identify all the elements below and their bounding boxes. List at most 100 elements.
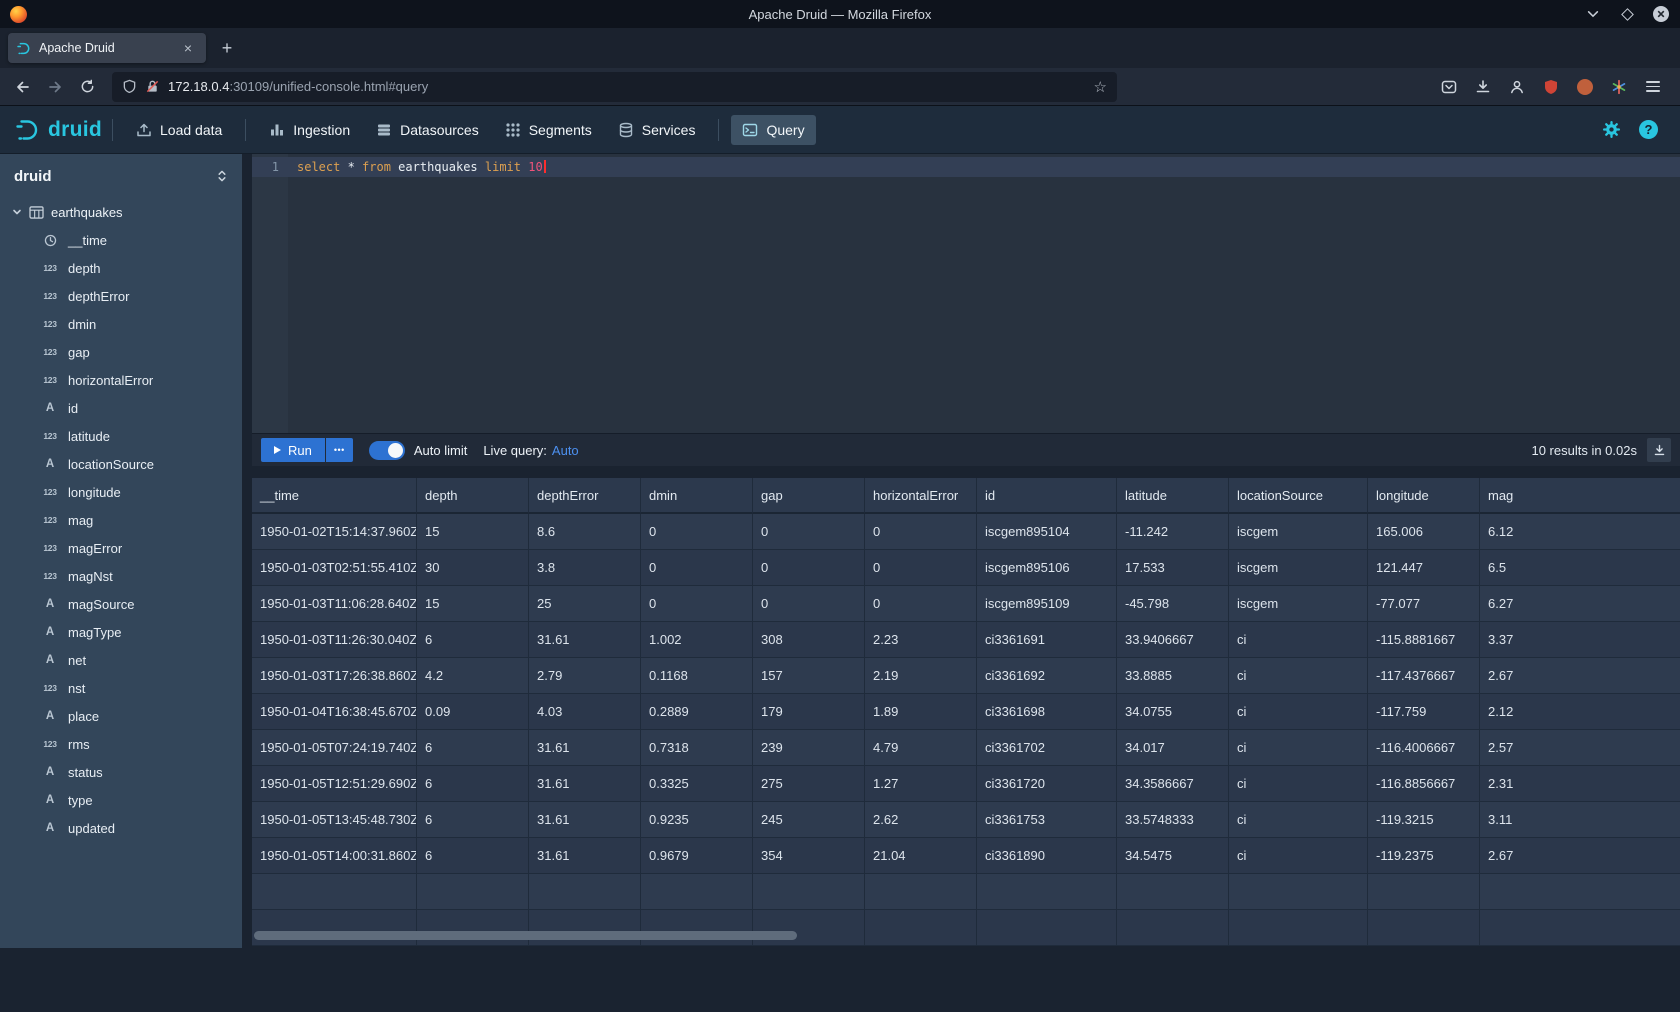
sidebar-column-latitude[interactable]: 123latitude [0,422,242,450]
cell-depthError[interactable]: 31.61 [529,838,641,874]
cell-id[interactable]: ci3361691 [977,622,1117,658]
downloads-icon[interactable] [1468,72,1498,102]
column-header-gap[interactable]: gap [753,478,865,514]
cell-locationSource[interactable]: ci [1229,694,1368,730]
cell-depthError[interactable]: 31.61 [529,802,641,838]
download-results-button[interactable] [1647,438,1671,462]
cell-id[interactable]: ci3361698 [977,694,1117,730]
cell-horizontalError[interactable] [865,874,977,910]
column-header-latitude[interactable]: latitude [1117,478,1229,514]
sidebar-column-rms[interactable]: 123rms [0,730,242,758]
sidebar-column-id[interactable]: Aid [0,394,242,422]
cell-latitude[interactable]: 34.0755 [1117,694,1229,730]
cell-dmin[interactable]: 0.9235 [641,802,753,838]
cell-gap[interactable]: 245 [753,802,865,838]
bookmark-star-icon[interactable]: ☆ [1094,78,1107,96]
cell-locationSource[interactable]: ci [1229,658,1368,694]
cell-depthError[interactable]: 8.6 [529,514,641,550]
cell-depth[interactable]: 6 [417,802,529,838]
ublock-extension-icon[interactable] [1536,72,1566,102]
cell-longitude[interactable]: -116.4006667 [1368,730,1480,766]
nav-item-query[interactable]: Query [731,115,815,145]
cell-locationSource[interactable]: ci [1229,802,1368,838]
cell-__time[interactable] [252,874,417,910]
cell-mag[interactable]: 2.67 [1480,838,1680,874]
cell-__time[interactable]: 1950-01-02T15:14:37.960Z [252,514,417,550]
pocket-icon[interactable] [1434,72,1464,102]
cell-gap[interactable]: 157 [753,658,865,694]
cell-depth[interactable]: 6 [417,622,529,658]
window-close-button[interactable] [1652,5,1670,23]
cell-mag[interactable]: 6.27 [1480,586,1680,622]
cell-__time[interactable]: 1950-01-04T16:38:45.670Z [252,694,417,730]
cell-locationSource[interactable] [1229,874,1368,910]
editor-code[interactable]: select * from earthquakes limit 10 [288,154,1680,433]
cell-mag[interactable]: 2.67 [1480,658,1680,694]
cell-mag[interactable] [1480,874,1680,910]
cell-depth[interactable]: 6 [417,838,529,874]
cell-depth[interactable]: 6 [417,730,529,766]
cell-horizontalError[interactable]: 4.79 [865,730,977,766]
sidebar-column-magType[interactable]: AmagType [0,618,242,646]
cell-depthError[interactable]: 31.61 [529,730,641,766]
cell-__time[interactable]: 1950-01-03T11:06:28.640Z [252,586,417,622]
cell-locationSource[interactable]: iscgem [1229,586,1368,622]
cell-longitude[interactable]: -117.759 [1368,694,1480,730]
cell-longitude[interactable]: -77.077 [1368,586,1480,622]
cell-__time[interactable]: 1950-01-05T14:00:31.860Z [252,838,417,874]
cell-dmin[interactable]: 0.9679 [641,838,753,874]
cell-longitude[interactable]: -119.2375 [1368,838,1480,874]
sidebar-column-status[interactable]: Astatus [0,758,242,786]
sidebar-column-gap[interactable]: 123gap [0,338,242,366]
sidebar-column-nst[interactable]: 123nst [0,674,242,702]
cell-__time[interactable]: 1950-01-03T11:26:30.040Z [252,622,417,658]
cell-dmin[interactable]: 0 [641,550,753,586]
cell-latitude[interactable]: -45.798 [1117,586,1229,622]
cell-gap[interactable]: 239 [753,730,865,766]
cell-mag[interactable]: 2.57 [1480,730,1680,766]
column-header-mag[interactable]: mag [1480,478,1680,514]
cell-longitude[interactable]: -119.3215 [1368,802,1480,838]
scrollbar-thumb[interactable] [254,931,797,940]
account-icon[interactable] [1502,72,1532,102]
cell-gap[interactable]: 275 [753,766,865,802]
cell-depthError[interactable]: 2.79 [529,658,641,694]
sidebar-column-__time[interactable]: __time [0,226,242,254]
cell-dmin[interactable]: 1.002 [641,622,753,658]
forward-button[interactable] [40,72,70,102]
cell-id[interactable] [977,874,1117,910]
double-caret-icon[interactable] [216,169,228,183]
sidebar-column-updated[interactable]: Aupdated [0,814,242,842]
cell-locationSource[interactable]: iscgem [1229,550,1368,586]
cell-locationSource[interactable]: ci [1229,622,1368,658]
cell-locationSource[interactable]: iscgem [1229,514,1368,550]
auto-limit-toggle[interactable] [369,441,405,460]
cell-horizontalError[interactable]: 1.27 [865,766,977,802]
live-query-value[interactable]: Auto [552,443,579,458]
cell-dmin[interactable] [641,874,753,910]
cell-__time[interactable]: 1950-01-05T13:45:48.730Z [252,802,417,838]
cell-longitude[interactable]: -115.8881667 [1368,622,1480,658]
cell-gap[interactable]: 354 [753,838,865,874]
sidebar-column-depthError[interactable]: 123depthError [0,282,242,310]
cell-__time[interactable]: 1950-01-05T07:24:19.740Z [252,730,417,766]
cell-depthError[interactable]: 31.61 [529,622,641,658]
cell-gap[interactable]: 308 [753,622,865,658]
cell-__time[interactable]: 1950-01-03T02:51:55.410Z [252,550,417,586]
cell-mag[interactable]: 3.11 [1480,802,1680,838]
settings-gear-icon[interactable] [1602,120,1621,139]
cell-latitude[interactable]: 34.3586667 [1117,766,1229,802]
druid-logo[interactable]: druid [14,117,102,143]
column-header-depth[interactable]: depth [417,478,529,514]
cell-longitude[interactable]: 165.006 [1368,514,1480,550]
column-header-longitude[interactable]: longitude [1368,478,1480,514]
cell-depth[interactable]: 15 [417,586,529,622]
browser-tab[interactable]: Apache Druid × [8,33,206,63]
sidebar-column-magNst[interactable]: 123magNst [0,562,242,590]
cell-mag[interactable]: 3.37 [1480,622,1680,658]
cell-horizontalError[interactable]: 0 [865,586,977,622]
profile-extension-icon[interactable] [1570,72,1600,102]
cell-depth[interactable]: 6 [417,766,529,802]
sidebar-column-locationSource[interactable]: AlocationSource [0,450,242,478]
cell-latitude[interactable]: 33.9406667 [1117,622,1229,658]
